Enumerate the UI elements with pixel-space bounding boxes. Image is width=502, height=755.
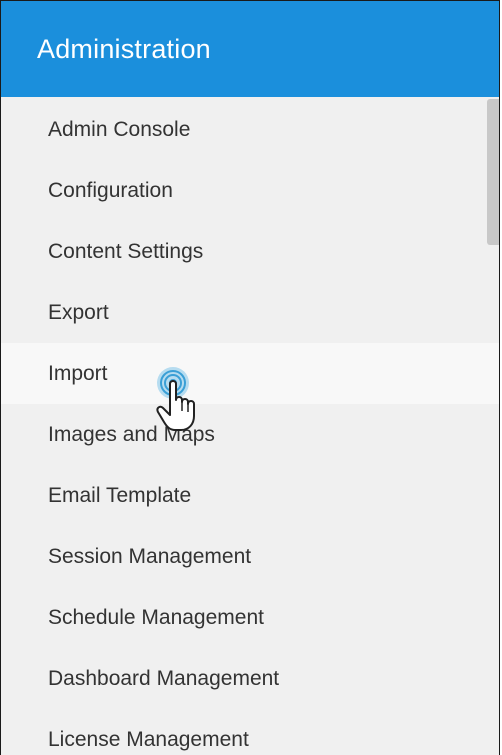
menu-item-dashboard-management[interactable]: Dashboard Management — [1, 648, 499, 709]
panel-title: Administration — [1, 1, 499, 97]
menu-item-session-management[interactable]: Session Management — [1, 526, 499, 587]
administration-panel: Administration Admin Console Configurati… — [0, 0, 500, 755]
menu-item-schedule-management[interactable]: Schedule Management — [1, 587, 499, 648]
admin-menu: Admin Console Configuration Content Sett… — [1, 99, 499, 755]
menu-item-export[interactable]: Export — [1, 282, 499, 343]
menu-item-configuration[interactable]: Configuration — [1, 160, 499, 221]
menu-item-license-management[interactable]: License Management — [1, 709, 499, 755]
menu-item-import[interactable]: Import — [1, 343, 499, 404]
menu-item-admin-console[interactable]: Admin Console — [1, 99, 499, 160]
menu-item-email-template[interactable]: Email Template — [1, 465, 499, 526]
menu-item-content-settings[interactable]: Content Settings — [1, 221, 499, 282]
scrollbar-thumb[interactable] — [487, 99, 499, 245]
menu-item-images-and-maps[interactable]: Images and Maps — [1, 404, 499, 465]
